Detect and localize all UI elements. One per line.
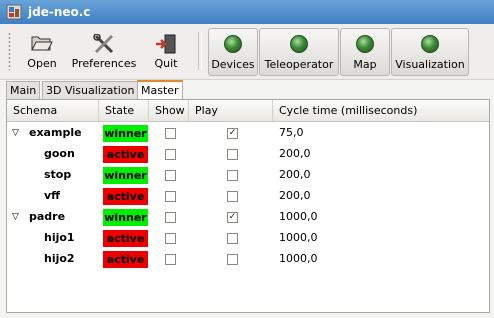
show-checkbox[interactable] (165, 212, 176, 223)
green-led-icon (421, 35, 439, 53)
teleoperator-label: Teleoperator (264, 58, 334, 71)
cycle-time-value[interactable]: 200,0 (279, 144, 311, 164)
visualization-button[interactable]: Visualization (391, 28, 469, 76)
state-badge: active (103, 188, 148, 205)
toolbar: Open Preferences Quit Devices Teleoperat… (0, 24, 494, 80)
play-checkbox[interactable] (227, 149, 238, 160)
cycle-time-value[interactable]: 200,0 (279, 186, 311, 206)
exit-icon (156, 34, 176, 54)
cycle-time-value[interactable]: 75,0 (279, 123, 304, 143)
map-button[interactable]: Map (340, 28, 390, 76)
tree-row[interactable]: ▽ padre winner ✓ 1000,0 (7, 207, 489, 227)
cycle-time-value[interactable]: 200,0 (279, 165, 311, 185)
open-button[interactable]: Open (18, 28, 66, 74)
play-checkbox[interactable]: ✓ (227, 128, 238, 139)
column-schema[interactable]: Schema (7, 100, 99, 121)
green-led-icon (224, 35, 242, 53)
schema-name: padre (29, 210, 66, 223)
preferences-label: Preferences (71, 57, 137, 70)
triangle-down-icon[interactable]: ▽ (12, 128, 19, 138)
schema-name: hijo2 (44, 252, 75, 265)
show-checkbox[interactable] (165, 191, 176, 202)
column-cycle-time[interactable]: Cycle time (milliseconds) (273, 100, 489, 121)
folder-open-icon (31, 36, 53, 51)
show-checkbox[interactable] (165, 170, 176, 181)
state-badge: winner (103, 167, 148, 184)
state-badge: active (103, 230, 148, 247)
column-play[interactable]: Play (189, 100, 273, 121)
schema-tree: Schema State Show Play Cycle time (milli… (6, 99, 490, 313)
schema-name: goon (44, 147, 75, 160)
cycle-time-value[interactable]: 1000,0 (279, 249, 318, 269)
play-checkbox[interactable] (227, 170, 238, 181)
show-checkbox[interactable] (165, 254, 176, 265)
state-badge: winner (103, 209, 148, 226)
tree-row[interactable]: hijo1 active 1000,0 (7, 228, 489, 248)
schema-name: hijo1 (44, 231, 75, 244)
teleoperator-button[interactable]: Teleoperator (259, 28, 339, 76)
devices-button[interactable]: Devices (208, 28, 258, 76)
state-badge: active (103, 146, 148, 163)
toolbar-grip[interactable] (8, 32, 11, 70)
toolbar-separator (198, 32, 202, 70)
open-label: Open (27, 57, 57, 70)
app-icon (6, 4, 22, 20)
column-state[interactable]: State (99, 100, 149, 121)
map-label: Map (353, 58, 377, 71)
tab-master[interactable]: Master (137, 80, 183, 101)
tree-row[interactable]: vff active 200,0 (7, 186, 489, 206)
quit-label: Quit (154, 57, 178, 70)
devices-label: Devices (211, 58, 255, 71)
green-led-icon (290, 35, 308, 53)
tab-3d-visualization[interactable]: 3D Visualization (42, 81, 139, 99)
state-badge: winner (103, 125, 148, 142)
tree-row[interactable]: stop winner 200,0 (7, 165, 489, 185)
checkmark-icon: ✓ (228, 212, 237, 222)
green-led-icon (356, 35, 374, 53)
play-checkbox[interactable] (227, 254, 238, 265)
show-checkbox[interactable] (165, 149, 176, 160)
tree-row[interactable]: goon active 200,0 (7, 144, 489, 164)
tree-row[interactable]: hijo2 active 1000,0 (7, 249, 489, 269)
play-checkbox[interactable] (227, 191, 238, 202)
column-header: Schema State Show Play Cycle time (milli… (7, 100, 489, 122)
play-checkbox[interactable] (227, 233, 238, 244)
main-window: jde-neo.c Open Preferences Quit Devices … (0, 0, 494, 318)
play-checkbox[interactable]: ✓ (227, 212, 238, 223)
window-title: jde-neo.c (28, 5, 91, 19)
tools-icon (93, 34, 114, 54)
schema-name: example (29, 126, 82, 139)
visualization-label: Visualization (395, 58, 465, 71)
show-checkbox[interactable] (165, 233, 176, 244)
tree-row[interactable]: ▽ example winner ✓ 75,0 (7, 123, 489, 143)
tab-main[interactable]: Main (6, 81, 41, 99)
tab-bar: Main 3D Visualization Master (0, 80, 494, 101)
title-bar[interactable]: jde-neo.c (0, 0, 494, 24)
triangle-down-icon[interactable]: ▽ (12, 212, 19, 222)
cycle-time-value[interactable]: 1000,0 (279, 228, 318, 248)
preferences-button[interactable]: Preferences (68, 28, 140, 74)
schema-name: vff (44, 189, 61, 202)
checkmark-icon: ✓ (228, 128, 237, 138)
cycle-time-value[interactable]: 1000,0 (279, 207, 318, 227)
quit-button[interactable]: Quit (146, 28, 186, 74)
state-badge: active (103, 251, 148, 268)
schema-name: stop (44, 168, 72, 181)
column-show[interactable]: Show (149, 100, 189, 121)
show-checkbox[interactable] (165, 128, 176, 139)
